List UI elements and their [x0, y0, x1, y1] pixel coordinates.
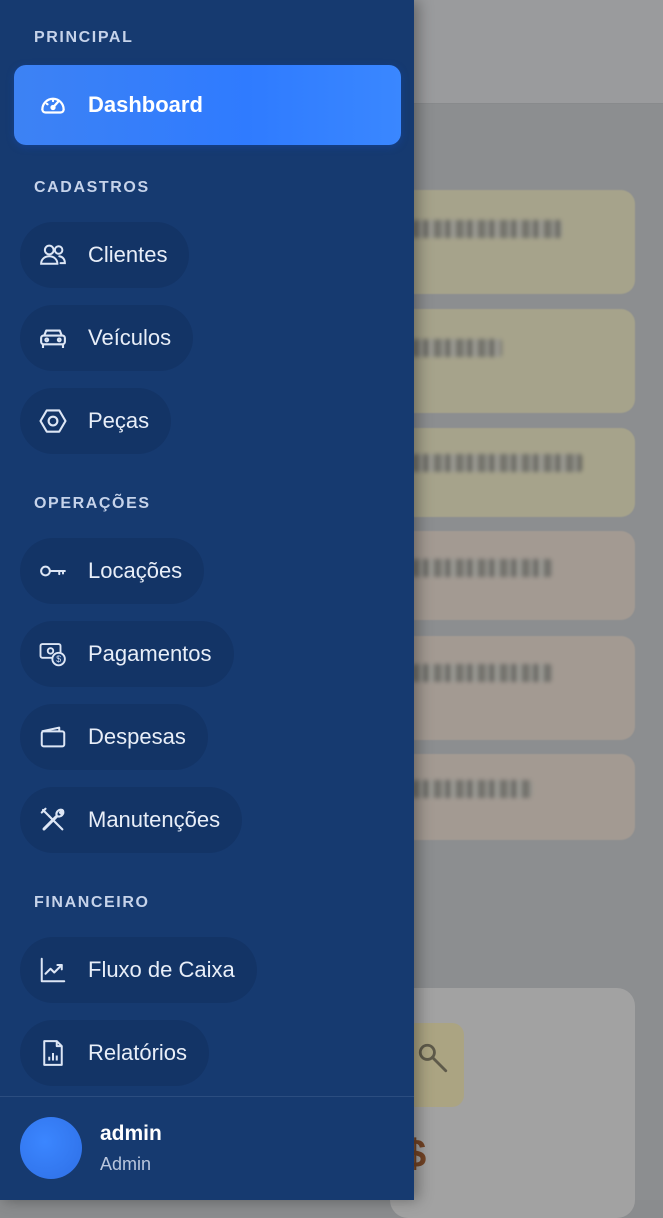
nav-item-label: Relatórios: [88, 1040, 188, 1065]
money-icon: $: [36, 637, 70, 671]
nav-item-label: Fluxo de Caixa: [88, 957, 235, 982]
navigation-drawer: PRINCIPAL Dashboard CADASTROS Clientes V…: [0, 0, 414, 1200]
speedometer-icon: [36, 88, 70, 122]
nav-item-label: Pagamentos: [88, 641, 212, 666]
svg-text:$: $: [56, 654, 61, 664]
nav-item-dashboard[interactable]: Dashboard: [14, 65, 401, 145]
nav-item-locacoes[interactable]: Locações: [20, 538, 205, 604]
user-role: Admin: [100, 1153, 152, 1174]
user-profile[interactable]: admin Admin: [20, 1108, 320, 1188]
nav-item-label: Manutenções: [88, 807, 221, 832]
hexagon-nut-icon: [36, 404, 70, 438]
section-title-cadastros: CADASTROS: [34, 179, 150, 196]
nav-item-relatorios[interactable]: Relatórios: [20, 1020, 210, 1086]
trend-chart-icon: [36, 953, 70, 987]
wrench-icon: [418, 1043, 448, 1073]
nav-item-veiculos[interactable]: Veículos: [20, 305, 194, 371]
nav-item-fluxo-caixa[interactable]: Fluxo de Caixa: [20, 937, 257, 1003]
report-icon: [36, 1036, 70, 1070]
nav-item-manutencoes[interactable]: Manutenções: [20, 787, 243, 853]
nav-item-label: Peças: [88, 408, 150, 433]
wallet-icon: [36, 720, 70, 754]
section-title-financeiro: FINANCEIRO: [34, 894, 150, 911]
drawer-divider: [0, 1096, 414, 1097]
alert-card: [390, 309, 635, 413]
key-icon: [36, 554, 70, 588]
section-title-principal: PRINCIPAL: [34, 29, 134, 46]
nav-item-pagamentos[interactable]: $ Pagamentos: [20, 621, 234, 687]
nav-item-label: Clientes: [88, 242, 168, 267]
alert-card: [390, 754, 635, 840]
alert-card: [390, 531, 635, 620]
tools-icon: [36, 803, 70, 837]
users-icon: [36, 238, 70, 272]
nav-item-label: Dashboard: [88, 92, 203, 117]
user-name: admin: [100, 1121, 162, 1145]
nav-item-label: Locações: [88, 558, 183, 583]
section-title-operacoes: OPERAÇÕES: [34, 495, 151, 512]
nav-item-label: Veículos: [88, 325, 172, 350]
nav-item-pecas[interactable]: Peças: [20, 388, 172, 454]
nav-item-despesas[interactable]: Despesas: [20, 704, 208, 770]
nav-item-clientes[interactable]: Clientes: [20, 222, 190, 288]
avatar[interactable]: [20, 1117, 82, 1179]
alert-card: [390, 428, 635, 517]
nav-item-label: Despesas: [88, 724, 186, 749]
alert-card: [390, 190, 635, 294]
alert-card: [390, 636, 635, 740]
car-icon: [36, 321, 70, 355]
